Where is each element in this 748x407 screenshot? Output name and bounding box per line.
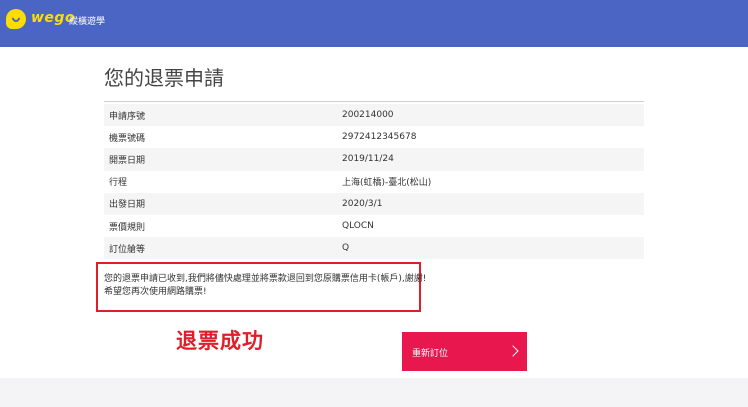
table-row: 行程 上海(虹橋)-臺北(松山)	[104, 171, 644, 193]
detail-value-issue-date: 2019/11/24	[342, 154, 394, 165]
page-title: 您的退票申請	[104, 66, 224, 90]
detail-value-departure-date: 2020/3/1	[342, 198, 383, 209]
table-row: 申請序號 200214000	[104, 104, 644, 127]
chevron-right-icon	[507, 345, 519, 357]
rebook-button-label: 重新訂位	[412, 349, 449, 359]
table-row: 機票號碼 2972412345678	[104, 126, 644, 148]
logo-subtitle: 縱橫遊學	[69, 17, 106, 27]
refund-details-table: 申請序號 200214000 機票號碼 2972412345678 開票日期 2…	[104, 104, 644, 260]
detail-value-itinerary: 上海(虹橋)-臺北(松山)	[342, 178, 432, 189]
table-row: 開票日期 2019/11/24	[104, 148, 644, 171]
refund-confirmation-notice: 您的退票申請已收到,我們將儘快處理並將票款退回到您原購票信用卡(帳戶),謝謝! …	[96, 262, 427, 312]
detail-label-ticket-no: 機票號碼	[109, 133, 146, 144]
table-row: 出發日期 2020/3/1	[104, 192, 644, 215]
notice-line-1: 您的退票申請已收到,我們將儘快處理並將票款退回到您原購票信用卡(帳戶),謝謝!	[104, 274, 427, 284]
detail-value-fare-rule: QLOCN	[342, 221, 374, 232]
wego-logo-icon[interactable]	[6, 9, 26, 29]
detail-label-departure-date: 出發日期	[109, 200, 146, 211]
detail-value-application-no: 200214000	[342, 110, 394, 121]
detail-label-fare-rule: 票價規則	[109, 222, 146, 233]
title-divider	[104, 101, 644, 102]
rebook-button[interactable]: 重新訂位	[402, 332, 527, 371]
top-header: wego 縱橫遊學	[0, 0, 748, 47]
refund-success-label: 退票成功	[176, 329, 264, 353]
table-row: 票價規則 QLOCN	[104, 215, 644, 237]
table-row: 訂位艙等 Q	[104, 237, 644, 260]
detail-value-booking-class: Q	[342, 243, 350, 254]
footer-band	[0, 378, 748, 407]
detail-label-issue-date: 開票日期	[109, 155, 146, 166]
notice-line-2: 希望您再次使用網路購票!	[104, 287, 207, 297]
detail-value-ticket-no: 2972412345678	[342, 132, 417, 143]
detail-label-booking-class: 訂位艙等	[109, 244, 146, 255]
detail-label-application-no: 申請序號	[109, 111, 146, 122]
detail-label-itinerary: 行程	[109, 178, 128, 189]
